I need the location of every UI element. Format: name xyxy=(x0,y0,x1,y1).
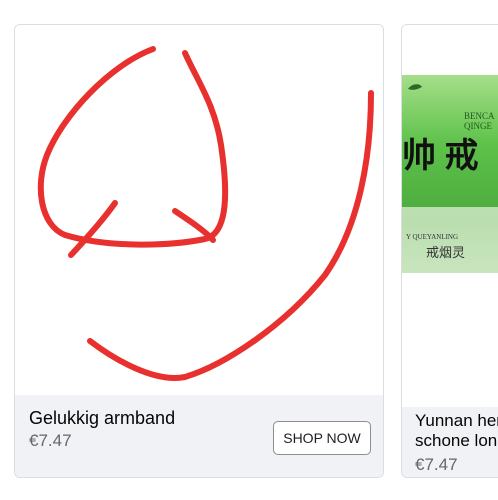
package-chinese-small: 戒烟灵 xyxy=(426,245,465,260)
scribble-drawing xyxy=(37,46,374,381)
product-carousel: Gelukkig armband €7.47 SHOP NOW BENCA QI… xyxy=(0,0,498,500)
product-image[interactable]: BENCA QINGE 帅 戒 Y QUEYANLING 戒烟灵 xyxy=(402,25,498,407)
shop-now-button[interactable]: SHOP NOW xyxy=(273,421,371,455)
product-title[interactable]: Yunnan herbal schone long xyxy=(415,411,498,451)
package-chinese-title: 帅 戒 xyxy=(402,137,479,175)
package-small-line: Y QUEYANLING xyxy=(406,233,458,241)
product-footer: Gelukkig armband €7.47 SHOP NOW xyxy=(15,395,383,477)
product-price: €7.47 xyxy=(29,431,72,450)
scribble-stroke xyxy=(68,200,118,258)
package-brand-sub: QINGE xyxy=(464,121,492,131)
product-card[interactable]: BENCA QINGE 帅 戒 Y QUEYANLING 戒烟灵 Yunnan … xyxy=(401,24,498,478)
product-image[interactable] xyxy=(15,25,383,395)
product-title[interactable]: Gelukkig armband xyxy=(29,408,175,429)
product-card[interactable]: Gelukkig armband €7.47 SHOP NOW xyxy=(14,24,384,478)
product-price: €7.47 xyxy=(415,455,458,474)
scribble-stroke xyxy=(172,208,216,243)
product-footer: Yunnan herbal schone long €7.47 xyxy=(402,407,498,477)
herbal-package-image: BENCA QINGE 帅 戒 Y QUEYANLING 戒烟灵 xyxy=(402,75,498,273)
package-brand: BENCA xyxy=(464,111,495,121)
scribble-stroke xyxy=(37,46,229,248)
scribble-stroke xyxy=(87,90,374,381)
